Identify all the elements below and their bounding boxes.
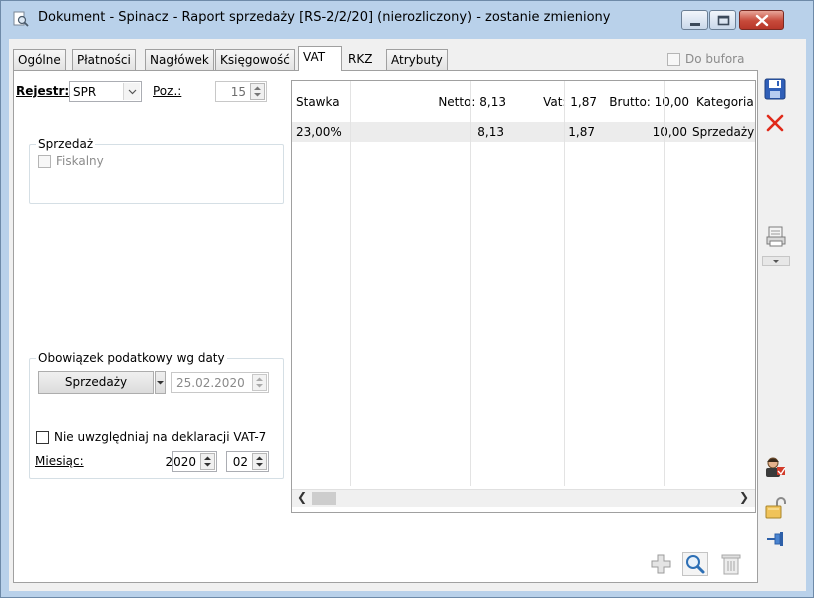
poz-stepper[interactable]: 15	[215, 81, 267, 102]
sprzedaz-group: Sprzedaż Fiskalny	[29, 137, 284, 204]
close-window-icon	[755, 14, 769, 27]
table-row[interactable]: 23,00% 8,13 1,87 10,00 Sprzedaży	[292, 122, 755, 142]
horizontal-scrollbar[interactable]: ❮ ❯	[292, 489, 755, 507]
rejestr-label: Rejestr:	[16, 84, 70, 98]
nie-uwzgledniaj-label: Nie uwzględniaj na deklaracji VAT-7	[54, 430, 267, 444]
stepper-arrows-icon[interactable]	[252, 374, 267, 391]
stepper-arrows-icon[interactable]	[250, 83, 265, 100]
obowiazek-date-field[interactable]: 25.02.2020	[171, 372, 269, 393]
obowiazek-date-value: 25.02.2020	[176, 376, 245, 390]
tab-platnosci[interactable]: Płatności	[72, 49, 136, 70]
close-icon[interactable]	[765, 113, 785, 133]
trash-icon[interactable]	[721, 553, 741, 575]
column-divider	[564, 81, 565, 486]
maximize-icon	[717, 15, 730, 26]
obowiazek-dropdown-button[interactable]	[155, 371, 166, 394]
poz-value: 15	[230, 85, 246, 99]
vat-tab-panel: Rejestr: SPR Poz.: 15 Sprzedaż Fiskalny	[13, 71, 758, 583]
miesiac-month-value: 02	[232, 455, 248, 469]
poz-label: Poz.:	[153, 84, 182, 98]
maximize-button[interactable]	[709, 10, 736, 30]
obowiazek-sprzedazy-button[interactable]: Sprzedaży	[38, 371, 154, 394]
table-header: Stawka Netto: 8,13 Vat: 1,87 Brutto: 10,…	[292, 81, 755, 119]
cell-kategoria: Sprzedaży	[692, 125, 755, 139]
obowiazek-group: Obowiązek podatkowy wg daty Sprzedaży 25…	[29, 351, 284, 479]
stepper-arrows-icon[interactable]	[252, 453, 267, 470]
document-search-icon	[13, 11, 29, 27]
column-header-netto[interactable]: Netto: 8,13	[374, 95, 506, 109]
miesiac-year-stepper[interactable]: 2020	[165, 451, 217, 472]
column-header-stawka[interactable]: Stawka	[296, 95, 340, 109]
close-button[interactable]	[739, 10, 784, 30]
miesiac-month-stepper[interactable]: 02	[226, 451, 269, 472]
tab-naglowek[interactable]: Nagłówek	[145, 49, 214, 70]
column-divider	[664, 81, 665, 486]
tab-ogolne[interactable]: Ogólne	[13, 49, 66, 70]
title-bar[interactable]: Dokument - Spinacz - Raport sprzedaży [R…	[1, 1, 813, 37]
checkbox-box[interactable]	[38, 155, 51, 168]
rejestr-select[interactable]: SPR	[69, 81, 142, 102]
chevron-down-icon[interactable]	[123, 83, 140, 100]
rejestr-value: SPR	[73, 85, 97, 99]
print-icon[interactable]	[766, 226, 786, 252]
tab-rkz[interactable]: RKZ	[344, 49, 376, 70]
cell-brutto: 10,00	[652, 125, 687, 139]
scroll-thumb[interactable]	[312, 492, 336, 505]
print-options-icon[interactable]	[762, 256, 790, 266]
column-divider	[350, 81, 351, 486]
nie-uwzgledniaj-checkbox[interactable]: Nie uwzględniaj na deklaracji VAT-7	[36, 430, 266, 444]
checkbox-box[interactable]	[36, 431, 49, 444]
fiskalny-checkbox[interactable]: Fiskalny	[38, 154, 104, 168]
client-area: Ogólne Płatności Nagłówek Księgowość VAT…	[9, 39, 806, 591]
miesiac-year-value: 2020	[165, 455, 196, 469]
obowiazek-group-title: Obowiązek podatkowy wg daty	[36, 351, 227, 365]
search-icon[interactable]	[682, 552, 708, 576]
dialog-window: Dokument - Spinacz - Raport sprzedaży [R…	[0, 0, 814, 598]
stepper-arrows-icon[interactable]	[200, 453, 215, 470]
column-header-kategoria[interactable]: Kategoria	[696, 95, 754, 109]
minimize-button[interactable]	[681, 10, 708, 30]
minimize-icon	[690, 23, 700, 26]
fiskalny-label: Fiskalny	[56, 154, 104, 168]
column-header-brutto[interactable]: Brutto: 10,00	[582, 95, 689, 109]
checkbox-box[interactable]	[667, 53, 680, 66]
sprzedaz-group-title: Sprzedaż	[36, 137, 96, 151]
vat-table[interactable]: Stawka Netto: 8,13 Vat: 1,87 Brutto: 10,…	[291, 80, 756, 513]
pin-icon[interactable]	[765, 530, 787, 548]
tab-ksiegowosc[interactable]: Księgowość	[215, 49, 295, 70]
chevron-down-icon	[157, 381, 164, 385]
column-divider	[470, 81, 471, 486]
miesiac-label: Miesiąc:	[35, 454, 84, 468]
contractor-icon[interactable]	[764, 456, 786, 478]
do-bufora-checkbox[interactable]: Do bufora	[667, 52, 744, 66]
scroll-right-icon[interactable]: ❯	[739, 490, 749, 504]
window-title: Dokument - Spinacz - Raport sprzedaży [R…	[38, 10, 611, 25]
plus-icon[interactable]	[650, 553, 672, 575]
cell-netto: 8,13	[477, 125, 504, 139]
tab-vat[interactable]: VAT	[298, 46, 342, 71]
lock-icon[interactable]	[765, 496, 787, 520]
save-icon[interactable]	[764, 78, 786, 100]
tab-atrybuty[interactable]: Atrybuty	[386, 49, 448, 70]
cell-stawka: 23,00%	[296, 125, 342, 139]
do-bufora-label: Do bufora	[685, 52, 745, 66]
scroll-left-icon[interactable]: ❮	[297, 490, 307, 504]
